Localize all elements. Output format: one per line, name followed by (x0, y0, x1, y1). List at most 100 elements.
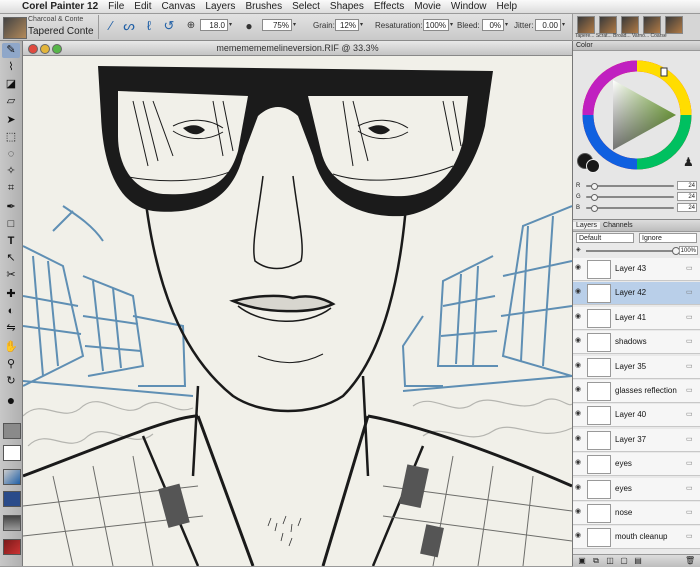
layer-row[interactable]: ◉ Layer 40 ▭ (573, 404, 700, 428)
layer-lock-icon[interactable]: ▭ (686, 532, 696, 540)
layer-row[interactable]: ◉ Layer 41 ▭ (573, 306, 700, 330)
layer-lock-icon[interactable]: ▭ (686, 288, 696, 296)
look-swatch[interactable] (3, 539, 21, 555)
zoom-tool-icon[interactable]: ⚲ (2, 357, 20, 372)
pattern-swatch[interactable] (3, 445, 21, 461)
minimize-window-button[interactable] (40, 44, 50, 54)
close-window-button[interactable] (28, 44, 38, 54)
layer-row[interactable]: ◉ shadows ▭ (573, 331, 700, 355)
lasso-tool-icon[interactable]: ◌ (2, 147, 20, 162)
eye-visibility-icon[interactable]: ◉ (575, 410, 584, 418)
eye-visibility-icon[interactable]: ◉ (575, 362, 584, 370)
document-title-bar[interactable]: mememememelineversion.RIF @ 33.3% (23, 41, 572, 56)
opacity-dropdown-icon[interactable]: ▾ (293, 19, 301, 31)
layer-opacity-slider[interactable]: ◈ 100% (576, 246, 698, 255)
straight-line-icon[interactable]: ℓ (140, 17, 158, 35)
jitter-field[interactable]: 0.00 (535, 19, 561, 31)
green-value-field[interactable]: 24 (677, 192, 697, 201)
tab-channels[interactable]: Channels (600, 222, 636, 229)
dropper-icon[interactable]: ♟ (683, 155, 694, 169)
gradient-swatch[interactable] (3, 469, 21, 485)
layer-lock-icon[interactable]: ▭ (686, 410, 696, 418)
menu-effects[interactable]: Effects (374, 1, 404, 12)
eye-visibility-icon[interactable]: ◉ (575, 313, 584, 321)
brush-tile-broad[interactable] (621, 16, 639, 34)
layer-lock-icon[interactable]: ▭ (686, 484, 696, 492)
menu-select[interactable]: Select (292, 1, 320, 12)
red-value-field[interactable]: 24 (677, 181, 697, 190)
paper-swatch[interactable] (3, 423, 21, 439)
layer-row[interactable]: ◉ mouth cleanup ▭ (573, 526, 700, 550)
layer-lock-icon[interactable]: ▭ (686, 435, 696, 443)
layer-row[interactable]: ◉ nose ▭ (573, 502, 700, 525)
menu-window[interactable]: Window (451, 1, 487, 12)
additional-color-swatch[interactable] (586, 159, 600, 173)
rotate-page-icon[interactable]: ↻ (2, 374, 20, 389)
scissors-tool-icon[interactable]: ✂ (2, 268, 20, 283)
preserve-mode-select[interactable]: Ignore (639, 233, 697, 243)
menu-layers[interactable]: Layers (205, 1, 235, 12)
layer-row[interactable]: ◉ Layer 43 ▭ (573, 258, 700, 281)
shape-select-icon[interactable]: ↖ (2, 251, 20, 266)
blue-slider-knob[interactable] (590, 205, 598, 212)
mask-icon[interactable]: ◫ (605, 556, 615, 565)
layer-lock-icon[interactable]: ▭ (686, 459, 696, 467)
brush-stroke-icon[interactable]: ⁄ (102, 17, 120, 35)
menu-shapes[interactable]: Shapes (330, 1, 364, 12)
resaturation-field[interactable]: 100% (423, 19, 449, 31)
green-slider-track[interactable] (586, 194, 674, 201)
eye-visibility-icon[interactable]: ◉ (575, 288, 584, 296)
layer-lock-icon[interactable]: ▭ (686, 386, 696, 394)
red-slider[interactable]: R 24 (576, 181, 698, 190)
opacity-field[interactable]: 75% (262, 19, 292, 31)
composite-method-select[interactable]: Default (576, 233, 634, 243)
nozzle-swatch[interactable] (3, 515, 21, 531)
brush-tile-scratchboard[interactable] (599, 16, 617, 34)
menu-movie[interactable]: Movie (414, 1, 441, 12)
eye-visibility-icon[interactable]: ◉ (575, 435, 584, 443)
text-tool-icon[interactable]: T (2, 234, 20, 249)
duplicate-layer-icon[interactable]: ⧉ (591, 556, 601, 565)
layer-lock-icon[interactable]: ▭ (686, 313, 696, 321)
layer-opacity-track[interactable] (586, 250, 676, 252)
bleed-field[interactable]: 0% (482, 19, 504, 31)
layer-lock-icon[interactable]: ▭ (686, 508, 696, 516)
bleed-dropdown-icon[interactable]: ▾ (505, 19, 513, 31)
blue-value-field[interactable]: 24 (677, 203, 697, 212)
main-color-swatch-icon[interactable]: ● (2, 393, 20, 408)
pen-tool-icon[interactable]: ✒ (2, 200, 20, 215)
group-layer-icon[interactable]: ▤ (633, 556, 643, 565)
mirror-tool-icon[interactable]: ⇋ (2, 321, 20, 336)
grain-field[interactable]: 12% (335, 19, 359, 31)
brush-tool-icon[interactable]: ✎ (2, 43, 20, 58)
green-slider[interactable]: G 24 (576, 192, 698, 201)
size-dropdown-icon[interactable]: ▾ (229, 19, 237, 31)
rectangle-shape-icon[interactable]: □ (2, 217, 20, 232)
layer-adjuster-icon[interactable]: ➤ (2, 113, 20, 128)
brush-selector[interactable]: Charcoal & Conte Tapered Conte (2, 15, 99, 39)
layer-lock-icon[interactable]: ▭ (686, 264, 696, 272)
layer-row[interactable]: ◉ eyes ▭ (573, 453, 700, 477)
magic-wand-icon[interactable]: ✧ (2, 164, 20, 179)
drawing-canvas[interactable] (23, 56, 572, 566)
layer-row[interactable]: ◉ Layer 37 ▭ (573, 428, 700, 452)
layer-lock-icon[interactable]: ▭ (686, 362, 696, 370)
dropper-tool-icon[interactable]: ⌇ (2, 60, 20, 75)
delete-layer-icon[interactable]: 🗑 (685, 556, 695, 565)
menu-file[interactable]: File (108, 1, 124, 12)
eye-visibility-icon[interactable]: ◉ (575, 484, 584, 492)
green-slider-knob[interactable] (590, 194, 598, 201)
jitter-dropdown-icon[interactable]: ▾ (562, 19, 570, 31)
zoom-window-button[interactable] (52, 44, 62, 54)
eraser-tool-icon[interactable]: ▱ (2, 94, 20, 109)
tab-layers[interactable]: Layers (573, 222, 601, 229)
blue-slider[interactable]: B 24 (576, 203, 698, 212)
eye-visibility-icon[interactable]: ◉ (575, 532, 584, 540)
layer-row[interactable]: ◉ Layer 35 ▭ (573, 355, 700, 379)
cloner-tool-icon[interactable]: ✚ (2, 287, 20, 302)
menu-canvas[interactable]: Canvas (162, 1, 196, 12)
app-name[interactable]: Corel Painter 12 (22, 1, 98, 12)
brush-tile-coarse[interactable] (665, 16, 683, 34)
freehand-stroke-icon[interactable]: ᔕ (120, 17, 138, 35)
reset-tool-icon[interactable]: ↺ (160, 17, 178, 35)
